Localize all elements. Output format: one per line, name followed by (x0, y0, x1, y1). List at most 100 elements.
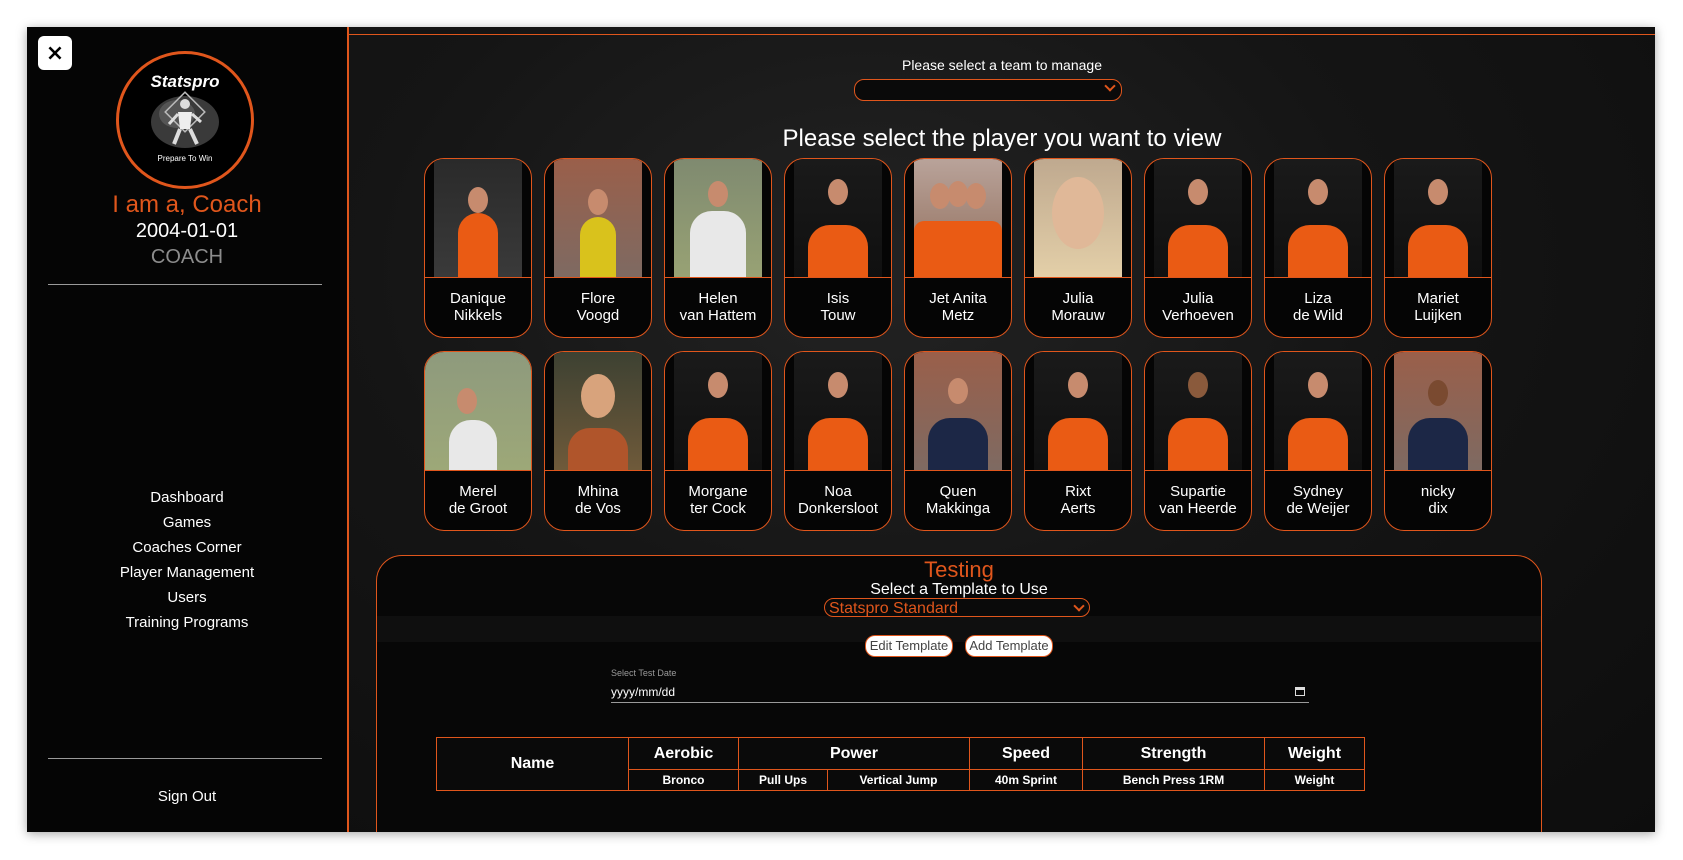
player-name: Rixt Aerts (1060, 483, 1096, 517)
edit-template-button[interactable]: Edit Template (865, 635, 953, 657)
player-photo (674, 159, 762, 277)
close-button[interactable]: × (38, 36, 72, 70)
nav-dashboard[interactable]: Dashboard (27, 485, 347, 510)
player-name: Julia Morauw (1051, 290, 1105, 324)
player-photo (1154, 352, 1242, 470)
player-card[interactable]: Supartie van Heerde (1144, 351, 1252, 531)
player-card[interactable]: Mhina de Vos (544, 351, 652, 531)
player-photo (1274, 352, 1362, 470)
add-template-button[interactable]: Add Template (965, 635, 1053, 657)
table-subheader-vertical-jump[interactable]: Vertical Jump (827, 769, 970, 791)
player-card[interactable]: Quen Makkinga (904, 351, 1012, 531)
chevron-down-icon (1073, 600, 1085, 612)
player-name: Merel de Groot (448, 483, 508, 517)
sidebar-bottom-divider (48, 758, 322, 759)
player-card[interactable]: nicky dix (1384, 351, 1492, 531)
table-header-aerobic[interactable]: Aerobic (628, 737, 739, 770)
player-name: Flore Voogd (576, 290, 620, 324)
testing-title: Testing (924, 557, 994, 582)
test-date-placeholder: yyyy/mm/dd (611, 685, 676, 699)
player-photo (1034, 352, 1122, 470)
player-photo (1394, 352, 1482, 470)
rugby-player-icon (151, 91, 219, 148)
player-name: Noa Donkersloot (797, 483, 879, 517)
player-photo (674, 352, 762, 470)
player-card[interactable]: Flore Voogd (544, 158, 652, 338)
table-subheader-bench-press[interactable]: Bench Press 1RM (1082, 769, 1265, 791)
nav-training-programs[interactable]: Training Programs (27, 610, 347, 635)
player-name: Quen Makkinga (925, 483, 991, 517)
role-label: COACH (150, 246, 224, 268)
player-card[interactable]: Jet Anita Metz (904, 158, 1012, 338)
player-card[interactable]: Merel de Groot (424, 351, 532, 531)
player-name: Julia Verhoeven (1162, 290, 1234, 324)
player-name: Sydney de Weijer (1286, 483, 1350, 517)
sign-out-link[interactable]: Sign Out (27, 788, 347, 805)
sidebar: × Statspro Prepare To Win I am a, Coach … (27, 27, 349, 832)
player-card[interactable]: Danique Nikkels (424, 158, 532, 338)
table-header-weight[interactable]: Weight (1264, 737, 1365, 770)
role-title: I am a, Coach (112, 191, 262, 218)
player-photo (554, 159, 642, 277)
player-name: Jet Anita Metz (929, 290, 987, 324)
player-name: Danique Nikkels (450, 290, 506, 324)
template-select-label: Select a Template to Use (870, 581, 1048, 598)
player-photo (914, 159, 1002, 277)
player-photo (914, 352, 1002, 470)
nav-player-management[interactable]: Player Management (27, 560, 347, 585)
top-divider (349, 34, 1655, 35)
team-select[interactable] (854, 79, 1122, 101)
logo-tagline: Prepare To Win (157, 154, 213, 163)
player-card[interactable]: Helen van Hattem (664, 158, 772, 338)
player-photo (1154, 159, 1242, 277)
player-card[interactable]: Sydney de Weijer (1264, 351, 1372, 531)
player-name: Mhina de Vos (575, 483, 621, 517)
player-name: Morgane ter Cock (688, 483, 748, 517)
player-card[interactable]: Julia Morauw (1024, 158, 1132, 338)
table-header-strength[interactable]: Strength (1082, 737, 1265, 770)
main-content: Please select a team to manage Please se… (349, 27, 1655, 832)
template-select-value: Statspro Standard (829, 600, 958, 617)
player-card[interactable]: Julia Verhoeven (1144, 158, 1252, 338)
table-header-power[interactable]: Power (738, 737, 970, 770)
player-photo (794, 159, 882, 277)
table-header-speed[interactable]: Speed (969, 737, 1083, 770)
team-select-label: Please select a team to manage (901, 57, 1102, 73)
player-name: Helen van Hattem (679, 290, 757, 324)
nav-games[interactable]: Games (27, 510, 347, 535)
nav-users[interactable]: Users (27, 585, 347, 610)
player-grid: Danique Nikkels Flore Voogd Helen van Hatte… (424, 158, 1492, 531)
nav-coaches-corner[interactable]: Coaches Corner (27, 535, 347, 560)
player-name: Mariet Luijken (1414, 290, 1462, 324)
player-name: Isis Touw (820, 290, 856, 324)
player-card[interactable]: Morgane ter Cock (664, 351, 772, 531)
table-subheader-bronco[interactable]: Bronco (628, 769, 739, 791)
player-card[interactable]: Isis Touw (784, 158, 892, 338)
sidebar-nav: Dashboard Games Coaches Corner Player Ma… (27, 485, 347, 635)
date-of-birth: 2004-01-01 (135, 220, 239, 242)
player-photo (1274, 159, 1362, 277)
player-photo (425, 352, 531, 470)
table-subheader-weight[interactable]: Weight (1264, 769, 1365, 791)
template-select[interactable]: Statspro Standard (824, 598, 1090, 617)
app-window: × Statspro Prepare To Win I am a, Coach … (27, 27, 1655, 832)
player-card[interactable]: Noa Donkersloot (784, 351, 892, 531)
player-photo (1394, 159, 1482, 277)
table-header-name[interactable]: Name (436, 737, 629, 791)
player-card[interactable]: Mariet Luijken (1384, 158, 1492, 338)
table-subheader-pull-ups[interactable]: Pull Ups (738, 769, 828, 791)
calendar-icon[interactable] (1295, 687, 1305, 696)
player-name: Supartie van Heerde (1159, 483, 1237, 517)
player-name: nicky dix (1420, 483, 1456, 517)
player-card[interactable]: Liza de Wild (1264, 158, 1372, 338)
testing-panel: Testing Select a Template to Use Statspr… (376, 555, 1542, 832)
player-photo (794, 352, 882, 470)
player-card[interactable]: Rixt Aerts (1024, 351, 1132, 531)
test-date-input[interactable]: yyyy/mm/dd (611, 682, 1309, 703)
testing-table: Name Aerobic Power Speed Strength Weight… (436, 737, 1365, 791)
table-subheader-40m-sprint[interactable]: 40m Sprint (969, 769, 1083, 791)
statspro-logo: Statspro Prepare To Win (116, 51, 254, 189)
player-name: Liza de Wild (1292, 290, 1344, 324)
test-date-label: Select Test Date (611, 668, 677, 678)
sidebar-divider (48, 284, 322, 285)
